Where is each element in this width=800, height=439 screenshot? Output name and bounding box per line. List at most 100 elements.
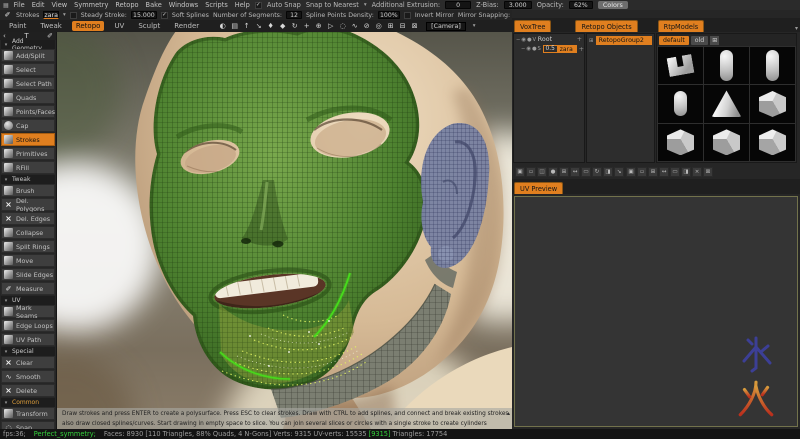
tabstrip-caret-icon[interactable]: ▾ (795, 25, 798, 32)
steady-stroke-field[interactable]: 15.000 (131, 11, 157, 19)
invert-mirror-checkbox[interactable] (404, 12, 411, 19)
tool-button[interactable]: × Del. Polygons (1, 198, 55, 211)
menu-item[interactable]: Edit (32, 1, 45, 9)
viewport-toolbar-icon[interactable]: ◆ (278, 22, 287, 30)
voxtree-toolbar-icon[interactable]: ◨ (603, 167, 613, 177)
tool-button[interactable]: Strokes (1, 133, 55, 146)
menu-item[interactable]: Scripts (205, 1, 228, 9)
workspace-tab[interactable]: Paint (5, 21, 30, 31)
viewport-toolbar-icon[interactable]: ⊠ (410, 22, 419, 30)
density-field[interactable]: 100% (378, 11, 400, 19)
viewport-toolbar-icon[interactable]: ▷ (326, 22, 335, 30)
workspace-tab[interactable]: Render (170, 21, 203, 31)
rtp-model-thumbnail[interactable] (658, 47, 703, 84)
viewport-toolbar-icon[interactable]: ⊘ (362, 22, 371, 30)
tool-button[interactable]: × Delete (1, 384, 55, 397)
tool-button[interactable]: Transform (1, 407, 55, 420)
rtp-model-thumbnail[interactable] (658, 85, 703, 122)
tool-button[interactable]: ▾ Common (1, 398, 55, 407)
tool-button[interactable]: ∿ Smooth (1, 370, 55, 383)
tool-button[interactable]: Brush (1, 184, 55, 197)
voxtree-toolbar-icon[interactable]: ↔ (570, 167, 580, 177)
voxtree-toolbar-icon[interactable]: ● (548, 167, 558, 177)
workspace-tab[interactable]: Tweak (36, 21, 66, 31)
workspace-tab[interactable]: Sculpt (134, 21, 164, 31)
steady-stroke-checkbox[interactable] (70, 12, 77, 19)
tool-button[interactable]: ▾ Add Geometry (1, 40, 55, 49)
voxtree-toolbar-icon[interactable]: ▫ (526, 167, 536, 177)
tool-button[interactable]: Mark Seams (1, 305, 55, 318)
viewport-toolbar-icon[interactable]: ◎ (374, 22, 383, 30)
tool-button[interactable]: Slide Edges (1, 268, 55, 281)
tool-button[interactable]: RFill (1, 161, 55, 174)
retopo-toolbar-icon[interactable]: ▣ (626, 167, 636, 177)
tool-button[interactable]: Points/Faces (1, 105, 55, 118)
voxtree-layer-row[interactable]: − ◉ ● S 0.5 zara + (515, 44, 583, 54)
tool-button[interactable]: Select Path (1, 77, 55, 90)
viewport[interactable]: Draw strokes and press ENTER to create a… (57, 32, 512, 429)
tab-retopo-objects[interactable]: Retopo Objects (575, 20, 637, 32)
camera-caret-icon[interactable]: ▾ (473, 23, 476, 29)
viewport-toolbar-icon[interactable]: ◐ (218, 22, 227, 30)
voxtree-layer-add-icon[interactable]: + (579, 46, 584, 53)
viewport-toolbar-icon[interactable]: ↑ (242, 22, 251, 30)
tool-button[interactable]: × Del. Edges (1, 212, 55, 225)
soft-splines-checkbox[interactable]: ✓ (161, 12, 168, 19)
tool-button[interactable]: Move (1, 254, 55, 267)
tab-voxtree[interactable]: VoxTree (514, 20, 551, 32)
rtp-model-thumbnail[interactable] (750, 47, 795, 84)
voxtree-root-add-icon[interactable]: + (577, 36, 582, 43)
tool-button[interactable]: Edge Loops (1, 319, 55, 332)
viewport-toolbar-icon[interactable]: ↻ (290, 22, 299, 30)
tool-button[interactable]: Primitives (1, 147, 55, 160)
retopo-group-row[interactable]: ⊞ RetopoGroup2 (588, 35, 653, 46)
viewport-toolbar-icon[interactable]: ⊞ (386, 22, 395, 30)
segments-field[interactable]: 12 (286, 11, 302, 19)
viewport-toolbar-icon[interactable]: ◌ (338, 22, 347, 30)
rtp-model-thumbnail[interactable] (704, 85, 749, 122)
tab-rtpmodels[interactable]: RtpModels (658, 20, 705, 32)
snap-mode-dropdown[interactable]: Snap to Nearest (306, 1, 359, 9)
retopo-toolbar-icon[interactable]: ⊞ (648, 167, 658, 177)
grid-view-icon[interactable]: ⊞ (710, 36, 719, 45)
retopo-toolbar-icon[interactable]: ⊠ (703, 167, 713, 177)
voxtree-selected-layer[interactable]: 0.5 zara (543, 45, 577, 53)
uv-preview-area[interactable] (514, 196, 798, 427)
viewport-toolbar-icon[interactable]: + (302, 22, 311, 30)
viewport-toolbar-icon[interactable]: ⊕ (314, 22, 323, 30)
voxtree-toolbar-icon[interactable]: ↘ (614, 167, 624, 177)
voxtree-root-row[interactable]: − ◉ ● V Root + (515, 35, 583, 44)
viewport-3d-canvas[interactable] (57, 32, 512, 429)
retopo-toolbar-icon[interactable]: ↔ (659, 167, 669, 177)
viewport-toolbar-icon[interactable]: ▤ (230, 22, 239, 30)
menu-item[interactable]: Help (235, 1, 250, 9)
tool-button[interactable]: ✐ Measure (1, 282, 55, 295)
tool-button[interactable]: ▾ Special (1, 347, 55, 356)
rtp-model-thumbnail[interactable] (704, 124, 749, 161)
rtp-model-thumbnail[interactable] (658, 124, 703, 161)
rtp-model-thumbnail[interactable] (704, 47, 749, 84)
stroke-preset-dropdown[interactable]: zara (43, 11, 59, 19)
viewport-toolbar-icon[interactable]: ♦ (266, 22, 275, 30)
opacity-field[interactable]: 62% (569, 1, 593, 9)
expander-icon[interactable]: ⊞ (589, 38, 594, 44)
rtp-model-thumbnail[interactable] (750, 124, 795, 161)
snap-mode-caret-icon[interactable]: ▾ (364, 2, 367, 8)
voxtree-toolbar-icon[interactable]: ▣ (515, 167, 525, 177)
tool-button[interactable]: Select (1, 63, 55, 76)
voxtree-toolbar-icon[interactable]: ◫ (537, 167, 547, 177)
viewport-toolbar-icon[interactable]: ↘ (254, 22, 263, 30)
colors-button[interactable]: Colors (598, 1, 628, 9)
tool-button[interactable]: × Clear (1, 356, 55, 369)
tool-button[interactable]: Collapse (1, 226, 55, 239)
menu-item[interactable]: Bake (146, 1, 162, 9)
auto-snap-checkbox[interactable]: ✓ (255, 2, 262, 9)
rtp-preset-button[interactable]: default (659, 36, 689, 45)
voxtree-toolbar-icon[interactable]: ⊞ (559, 167, 569, 177)
menu-item[interactable]: File (14, 1, 25, 9)
voxtree-toolbar-icon[interactable]: ↻ (592, 167, 602, 177)
tab-uv-preview[interactable]: UV Preview (514, 182, 563, 194)
rtp-preset-button[interactable]: old (691, 36, 708, 45)
viewport-toolbar-icon[interactable]: ∿ (350, 22, 359, 30)
voxtree-toolbar-icon[interactable]: ▭ (581, 167, 591, 177)
